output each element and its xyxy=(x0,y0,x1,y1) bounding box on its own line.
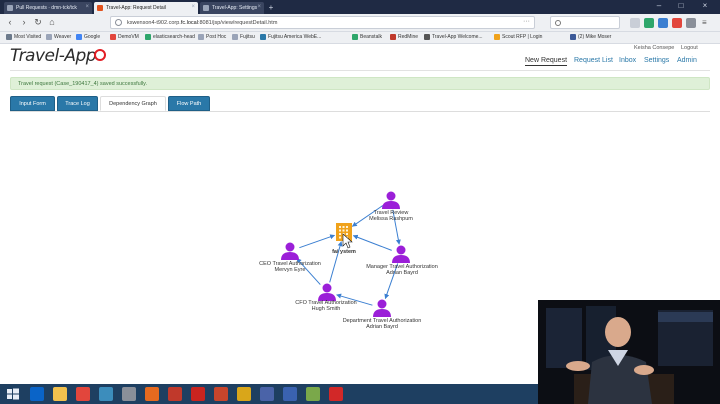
person-icon xyxy=(322,283,332,293)
edge-ceo-to-system xyxy=(299,234,336,249)
calendar-icon[interactable] xyxy=(168,387,182,401)
node-label-manager: Manager Travel Authorization Adrian Bayrd xyxy=(366,264,438,276)
presenter-video xyxy=(538,300,720,404)
edge-cfo-to-system xyxy=(329,241,343,283)
node-label-system: fai ystem xyxy=(332,249,356,255)
person-icon xyxy=(285,242,295,252)
edge-manager-to-system xyxy=(352,234,392,251)
app-icon[interactable] xyxy=(329,387,343,401)
save-icon[interactable] xyxy=(283,387,297,401)
shipping-icon[interactable] xyxy=(260,387,274,401)
person-icon xyxy=(377,299,387,309)
office-icon[interactable] xyxy=(99,387,113,401)
presenter-image xyxy=(538,300,720,404)
settings-icon[interactable] xyxy=(122,387,136,401)
node-ceo[interactable] xyxy=(281,242,299,261)
node-department[interactable] xyxy=(373,299,391,318)
node-label-department: Department Travel Authorization Adrian Ba… xyxy=(343,318,422,330)
node-manager[interactable] xyxy=(392,245,410,264)
acrobat-icon[interactable] xyxy=(191,387,205,401)
node-label-travel-review: Travel Review Melissa Rashpum xyxy=(369,210,413,222)
node-label-cfo: CFO Travel Authorization Hugh Smith xyxy=(295,300,356,312)
outlook-icon[interactable] xyxy=(30,387,44,401)
node-label-ceo: CEO Travel Authorization Mervyn Eyre xyxy=(259,261,321,273)
powerpoint-icon[interactable] xyxy=(214,387,228,401)
windows-start-icon[interactable] xyxy=(6,387,20,401)
node-title: fai ystem xyxy=(332,249,356,255)
node-assignee: Melissa Rashpum xyxy=(369,216,413,222)
node-assignee: Adrian Bayrd xyxy=(366,324,398,330)
node-assignee: Hugh Smith xyxy=(311,306,341,312)
firefox-icon[interactable] xyxy=(145,387,159,401)
person-icon xyxy=(386,191,396,201)
node-cfo[interactable] xyxy=(318,283,336,302)
node-travel-review[interactable] xyxy=(382,191,400,210)
filezilla-icon[interactable] xyxy=(237,387,251,401)
notepad-icon[interactable] xyxy=(306,387,320,401)
node-assignee: Adrian Bayrd xyxy=(386,270,418,276)
person-icon xyxy=(396,245,406,255)
node-assignee: Mervyn Eyre xyxy=(274,267,306,273)
explorer-icon[interactable] xyxy=(53,387,67,401)
chrome-icon[interactable] xyxy=(76,387,90,401)
